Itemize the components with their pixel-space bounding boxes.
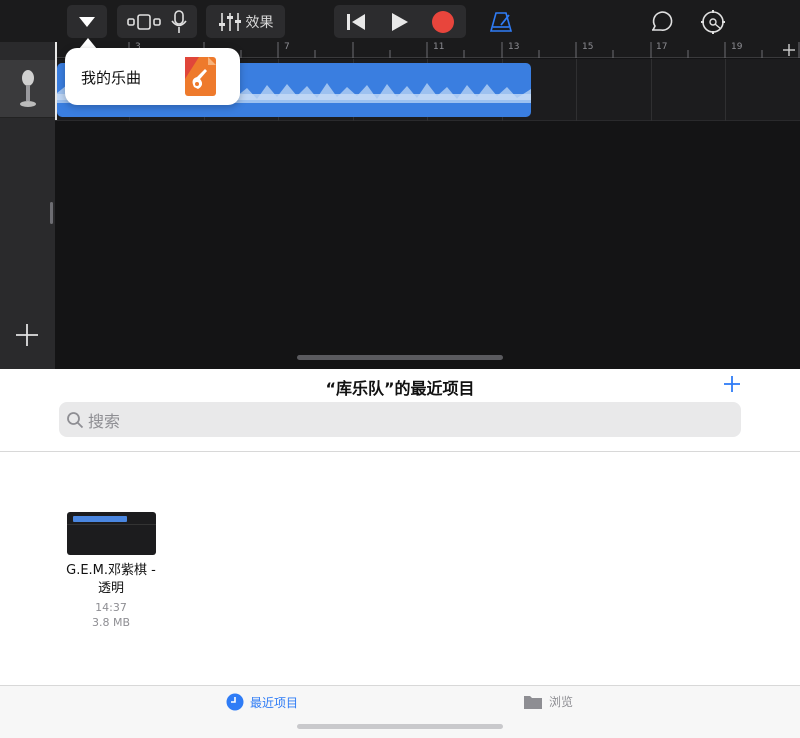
my-songs-popover[interactable]: 我的乐曲 [65,48,240,105]
mixer-fx-group[interactable]: 效果 [206,5,285,38]
file-size: 3.8 MB [91,616,131,629]
divider [0,451,800,452]
effects-label: 效果 [245,14,274,31]
search-bar[interactable]: 搜索 [59,402,741,437]
file-browser: “库乐队”的最近项目 搜索 G.E.M.邓紫棋 - 透明 14:37 3.8 M… [0,369,800,738]
garageband-document-icon [185,57,216,96]
transport-group [334,5,466,38]
view-group [117,5,197,38]
grid-line [651,59,652,121]
track-headers-sidebar [0,42,55,369]
play-icon[interactable] [389,12,409,32]
clock-icon [226,693,244,711]
grid-line [576,59,577,121]
audio-recorder-mic-icon [19,69,36,107]
file-name-line1: G.E.M.邓紫棋 - [66,563,156,578]
microphone-icon[interactable] [170,9,188,34]
sidebar-resize-handle[interactable] [50,202,53,224]
search-placeholder: 搜索 [88,411,121,431]
home-indicator [297,724,503,729]
go-to-start-icon[interactable] [345,12,367,32]
add-plus-icon[interactable] [721,373,743,395]
tab-bar: 最近项目 浏览 [0,685,800,738]
tab-browse-label: 浏览 [549,695,574,709]
loop-browser-button[interactable] [645,5,677,38]
thumbnail-region [73,516,127,522]
tab-browse[interactable]: 浏览 [523,693,573,710]
settings-gear-icon [701,9,725,34]
daw-area: 效果 3 7 11 13 15 17 19 我的乐曲 [0,0,800,369]
track-lanes [55,59,800,369]
file-name: G.E.M.邓紫棋 - 透明 [52,562,170,598]
file-time: 14:37 [95,601,127,614]
file-name-line2: 透明 [97,581,124,596]
my-songs-label: 我的乐曲 [81,69,142,87]
file-thumbnail [67,512,156,555]
panel-drag-handle[interactable] [297,355,503,360]
tab-recent[interactable]: 最近项目 [226,693,298,711]
playhead[interactable] [55,42,57,120]
add-section-icon[interactable] [781,42,797,58]
app-window: 效果 3 7 11 13 15 17 19 我的乐曲 “库乐队”的最近项目 搜索… [0,0,800,738]
thumbnail-line [67,524,156,525]
toolbar: 效果 [0,0,800,42]
track-header-audio[interactable] [0,60,55,118]
metronome-button[interactable] [486,5,516,38]
folder-icon [524,695,542,709]
search-icon [67,411,84,428]
record-icon[interactable] [431,10,455,34]
track-view-icon[interactable] [126,13,162,31]
mixer-sliders-icon [218,12,241,31]
my-songs-button[interactable] [67,5,107,38]
metronome-icon [489,11,513,32]
triangle-down-icon [79,16,95,27]
tab-recent-label: 最近项目 [250,695,299,710]
grid-line [725,59,726,121]
browser-title: “库乐队”的最近项目 [325,379,475,398]
loop-icon [652,10,673,31]
settings-button[interactable] [697,5,729,38]
add-track-plus-icon[interactable] [14,322,40,348]
